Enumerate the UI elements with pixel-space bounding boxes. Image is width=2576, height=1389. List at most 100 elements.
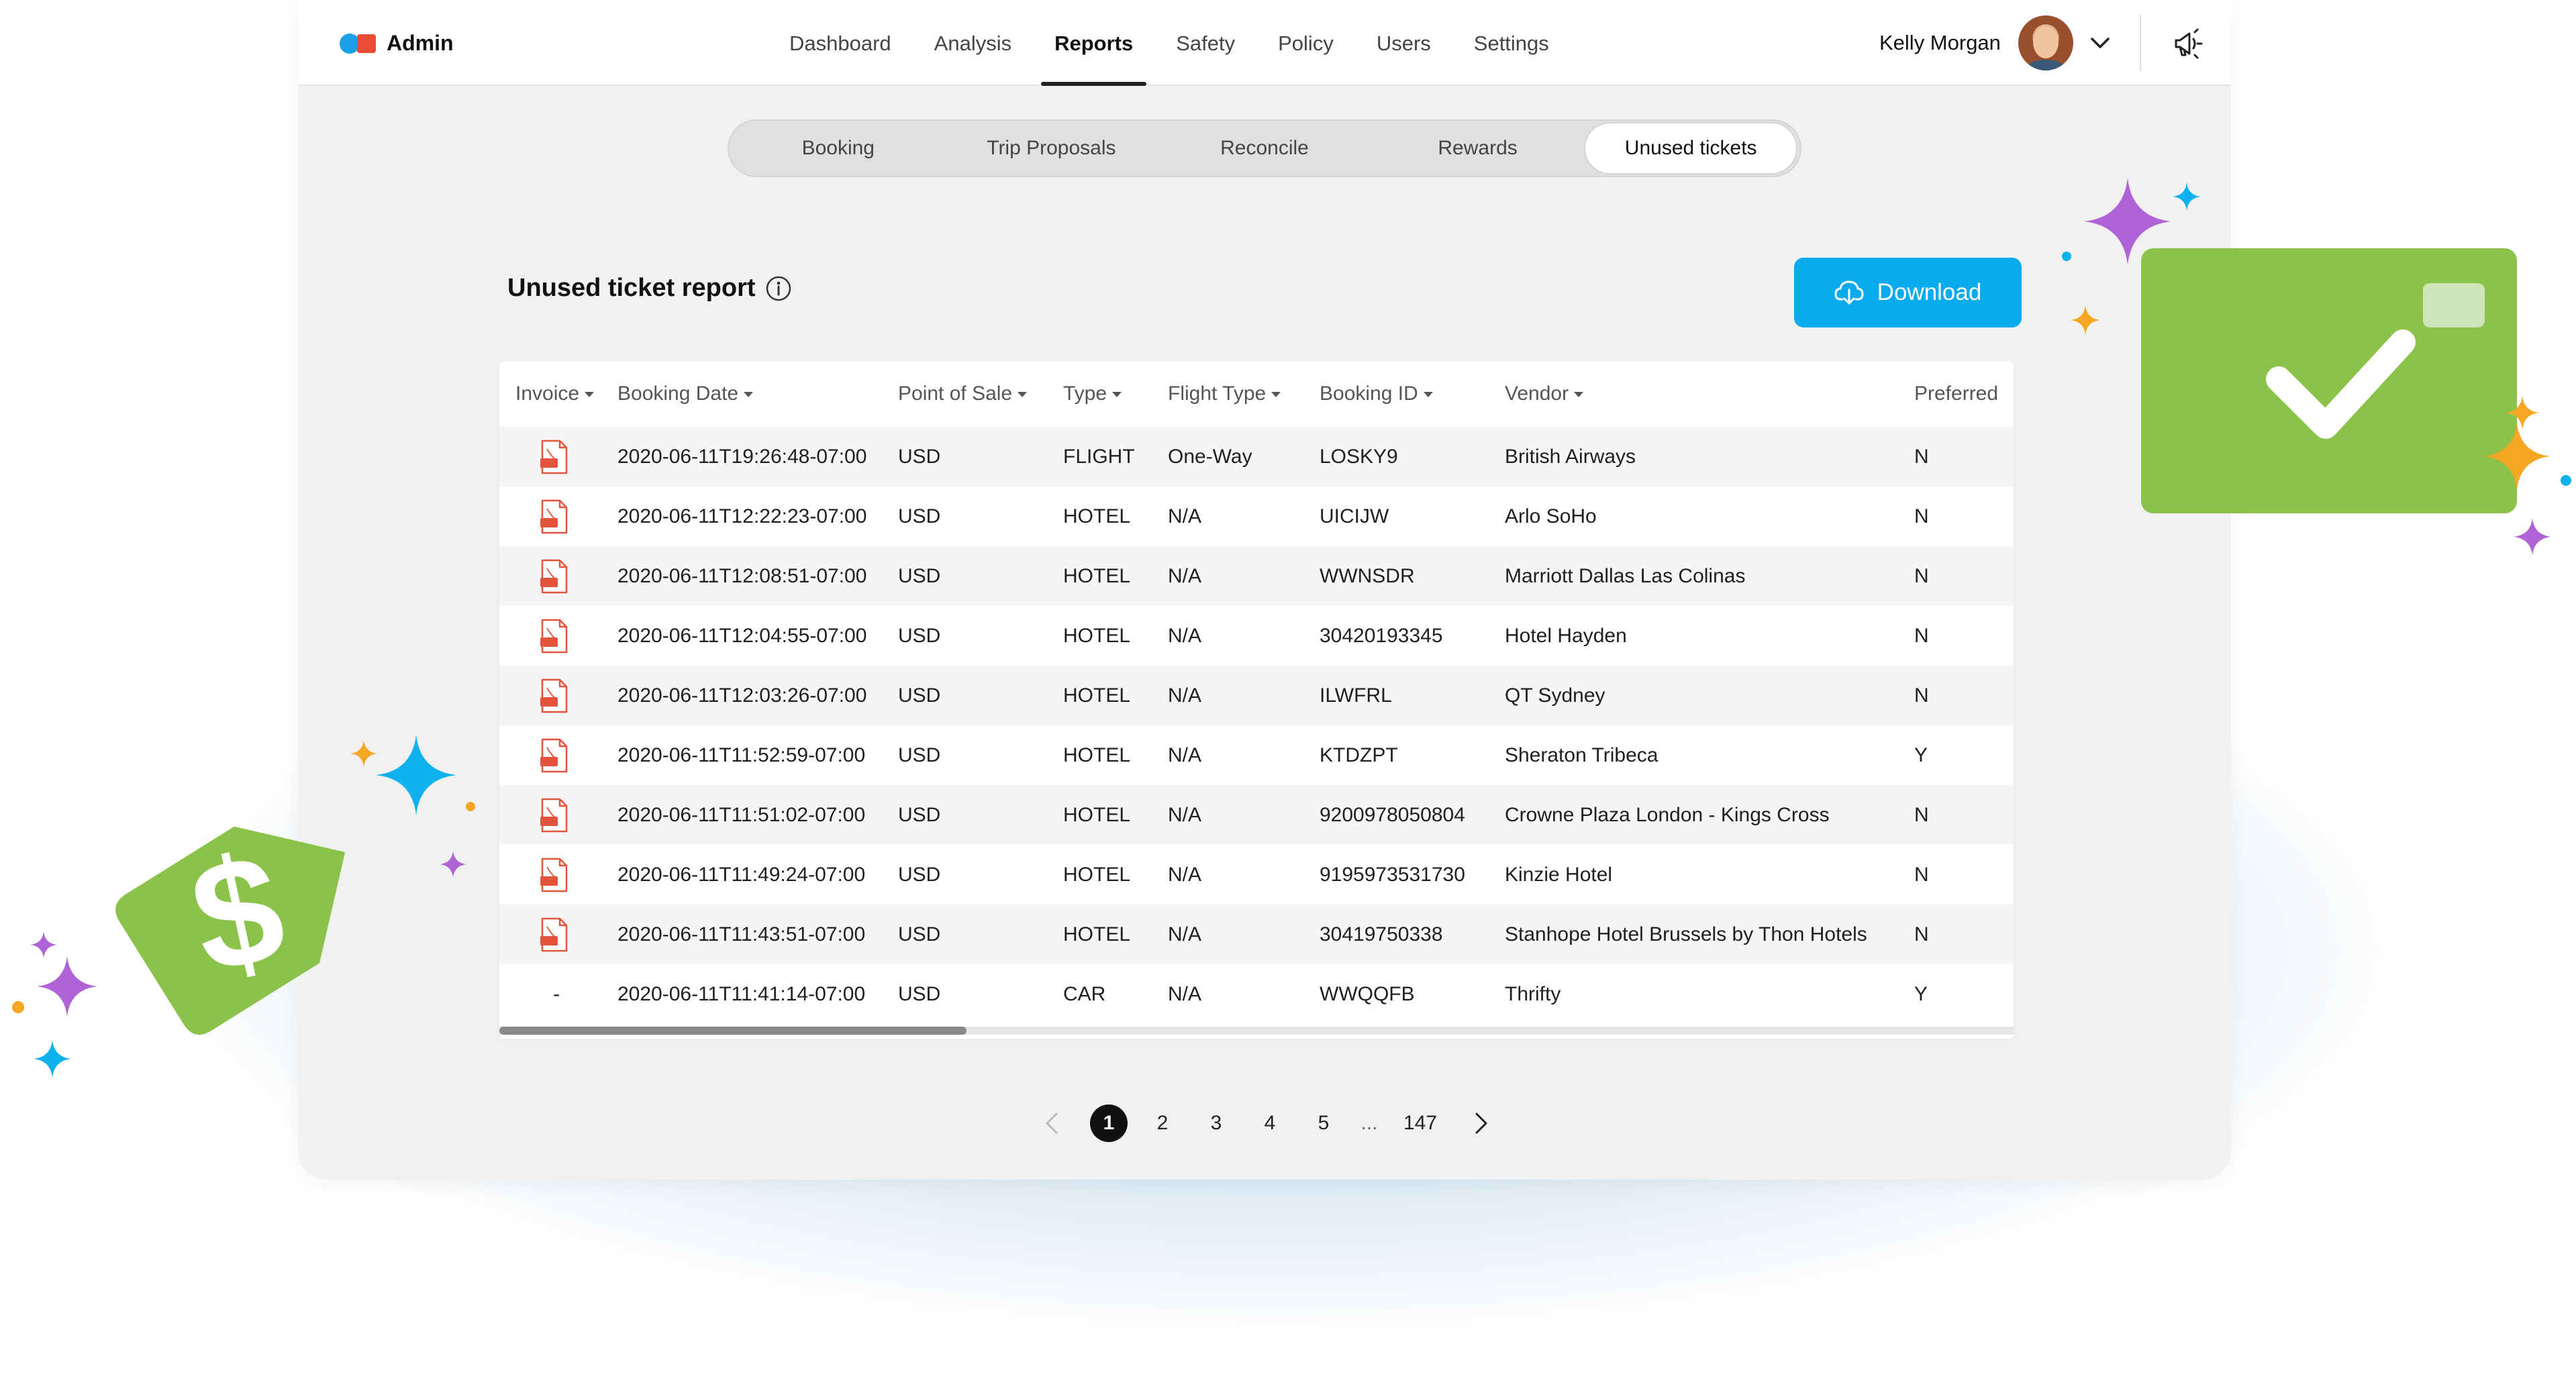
cell-type: HOTEL xyxy=(1063,864,1131,886)
cell-type: HOTEL xyxy=(1063,923,1131,945)
cell-invoice[interactable]: - xyxy=(499,964,617,1024)
page-1[interactable]: 1 xyxy=(1090,1104,1128,1142)
pdf-file-icon[interactable] xyxy=(540,738,569,773)
sparkle-icon xyxy=(2071,305,2100,335)
column-header-point-of-sale[interactable]: Point of Sale xyxy=(898,361,1063,427)
table-row[interactable]: 2020-06-11T11:43:51-07:00 USD HOTEL N/A 3041… xyxy=(499,905,2014,964)
table-row[interactable]: 2020-06-11T12:04:55-07:00 USD HOTEL N/A 3042… xyxy=(499,606,2014,666)
table-row[interactable]: 2020-06-11T19:26:48-07:00 USD FLIGHT One-Wa… xyxy=(499,427,2014,486)
table-row[interactable]: 2020-06-11T11:52:59-07:00 USD HOTEL N/A KTDZ… xyxy=(499,725,2014,785)
pdf-file-icon[interactable] xyxy=(540,858,569,892)
sparkle-icon xyxy=(2084,178,2171,265)
cell-type: FLIGHT xyxy=(1063,446,1135,468)
cell-type: HOTEL xyxy=(1063,565,1131,587)
invoice-empty: - xyxy=(553,983,560,1005)
pdf-file-icon[interactable] xyxy=(540,499,569,534)
pdf-file-icon[interactable] xyxy=(540,798,569,833)
admin-window: Admin Dashboard Analysis Reports Safety … xyxy=(298,0,2231,1180)
pdf-file-icon[interactable] xyxy=(540,678,569,713)
app-logo[interactable]: Admin xyxy=(340,31,454,56)
table-row[interactable]: 2020-06-11T11:51:02-07:00 USD HOTEL N/A 9200… xyxy=(499,785,2014,845)
cell-invoice[interactable] xyxy=(499,666,617,725)
cell-date: 2020-06-11T11:52:59-07:00 xyxy=(617,744,866,766)
page-2[interactable]: 2 xyxy=(1144,1103,1181,1143)
unused-tickets-table: Invoice Booking Date Point of Sale Type … xyxy=(499,361,2014,1039)
cell-date: 2020-06-11T19:26:48-07:00 xyxy=(617,446,867,468)
pdf-file-icon[interactable] xyxy=(540,559,569,594)
pdf-file-icon[interactable] xyxy=(540,440,569,474)
nav-dashboard[interactable]: Dashboard xyxy=(768,0,913,86)
cell-flight-type: N/A xyxy=(1168,923,1202,945)
table-row[interactable]: 2020-06-11T12:03:26-07:00 USD HOTEL N/A ILWF… xyxy=(499,666,2014,725)
table-row[interactable]: 2020-06-11T12:08:51-07:00 USD HOTEL N/A WWNS… xyxy=(499,546,2014,606)
tab-booking[interactable]: Booking xyxy=(732,122,945,174)
cell-invoice[interactable] xyxy=(499,845,617,905)
pdf-file-icon[interactable] xyxy=(540,917,569,952)
tab-trip-proposals[interactable]: Trip Proposals xyxy=(945,122,1158,174)
megaphone-icon[interactable] xyxy=(2171,27,2204,60)
header-divider xyxy=(2140,15,2141,71)
user-menu[interactable]: Kelly Morgan xyxy=(1879,15,2114,71)
cell-invoice[interactable] xyxy=(499,546,617,606)
nav-reports[interactable]: Reports xyxy=(1033,0,1154,86)
page-5[interactable]: 5 xyxy=(1305,1103,1342,1143)
avatar[interactable] xyxy=(2018,15,2073,70)
page-4[interactable]: 4 xyxy=(1251,1103,1289,1143)
tab-unused-tickets[interactable]: Unused tickets xyxy=(1584,122,1797,174)
tab-reconcile[interactable]: Reconcile xyxy=(1158,122,1371,174)
cell-booking-id: ILWFRL xyxy=(1320,684,1392,707)
table-row[interactable]: - 2020-06-11T11:41:14-07:00 USD CAR N/A WWQQF… xyxy=(499,964,2014,1024)
cell-flight-type: N/A xyxy=(1168,864,1202,886)
cell-invoice[interactable] xyxy=(499,486,617,546)
nav-policy[interactable]: Policy xyxy=(1256,0,1355,86)
cell-type: HOTEL xyxy=(1063,744,1131,766)
cell-booking-id: 9195973531730 xyxy=(1320,864,1465,886)
cell-preferred: N xyxy=(1914,505,1929,527)
cell-preferred: N xyxy=(1914,446,1929,468)
nav-safety[interactable]: Safety xyxy=(1154,0,1256,86)
sort-caret-icon xyxy=(1423,392,1433,398)
column-header-type[interactable]: Type xyxy=(1063,361,1168,427)
download-button[interactable]: Download xyxy=(1794,258,2022,327)
cell-invoice[interactable] xyxy=(499,606,617,666)
page-last[interactable]: 147 xyxy=(1393,1103,1447,1143)
column-header-booking-date[interactable]: Booking Date xyxy=(617,361,898,427)
cell-preferred: N xyxy=(1914,923,1929,945)
table-row[interactable]: 2020-06-11T12:22:23-07:00 USD HOTEL N/A UICI… xyxy=(499,486,2014,546)
cell-date: 2020-06-11T11:49:24-07:00 xyxy=(617,864,866,886)
page-title: Unused ticket report xyxy=(507,274,792,303)
cell-pos: USD xyxy=(898,744,941,766)
scrollbar-thumb[interactable] xyxy=(499,1027,967,1035)
cell-invoice[interactable] xyxy=(499,785,617,845)
info-icon[interactable] xyxy=(765,275,792,302)
next-page-icon[interactable] xyxy=(1467,1110,1494,1137)
cell-date: 2020-06-11T12:08:51-07:00 xyxy=(617,565,867,587)
cell-vendor: British Airways xyxy=(1505,446,1636,468)
pagination: 1 2 3 4 5 ... 147 xyxy=(298,1103,2231,1143)
column-header-booking-id[interactable]: Booking ID xyxy=(1320,361,1505,427)
user-name: Kelly Morgan xyxy=(1879,31,2001,54)
prev-page-icon[interactable] xyxy=(1039,1110,1066,1137)
cell-invoice[interactable] xyxy=(499,725,617,785)
nav-analysis[interactable]: Analysis xyxy=(913,0,1033,86)
nav-settings[interactable]: Settings xyxy=(1452,0,1571,86)
column-header-flight-type[interactable]: Flight Type xyxy=(1168,361,1320,427)
cell-invoice[interactable] xyxy=(499,905,617,964)
column-header-invoice[interactable]: Invoice xyxy=(499,361,617,427)
cell-date: 2020-06-11T12:04:55-07:00 xyxy=(617,625,867,647)
column-header-vendor[interactable]: Vendor xyxy=(1505,361,1914,427)
cell-invoice[interactable] xyxy=(499,427,617,486)
page-3[interactable]: 3 xyxy=(1197,1103,1235,1143)
table-row[interactable]: 2020-06-11T11:49:24-07:00 USD HOTEL N/A 9195… xyxy=(499,845,2014,905)
tab-rewards[interactable]: Rewards xyxy=(1371,122,1585,174)
column-header-preferred[interactable]: Preferred xyxy=(1914,361,2014,427)
cell-pos: USD xyxy=(898,565,941,587)
cell-type: HOTEL xyxy=(1063,625,1131,647)
pdf-file-icon[interactable] xyxy=(540,619,569,654)
sort-caret-icon xyxy=(1112,392,1122,398)
cell-date: 2020-06-11T11:41:14-07:00 xyxy=(617,983,866,1005)
cell-type: HOTEL xyxy=(1063,505,1131,527)
chevron-down-icon[interactable] xyxy=(2087,30,2114,56)
cell-preferred: N xyxy=(1914,804,1929,826)
nav-users[interactable]: Users xyxy=(1355,0,1452,86)
